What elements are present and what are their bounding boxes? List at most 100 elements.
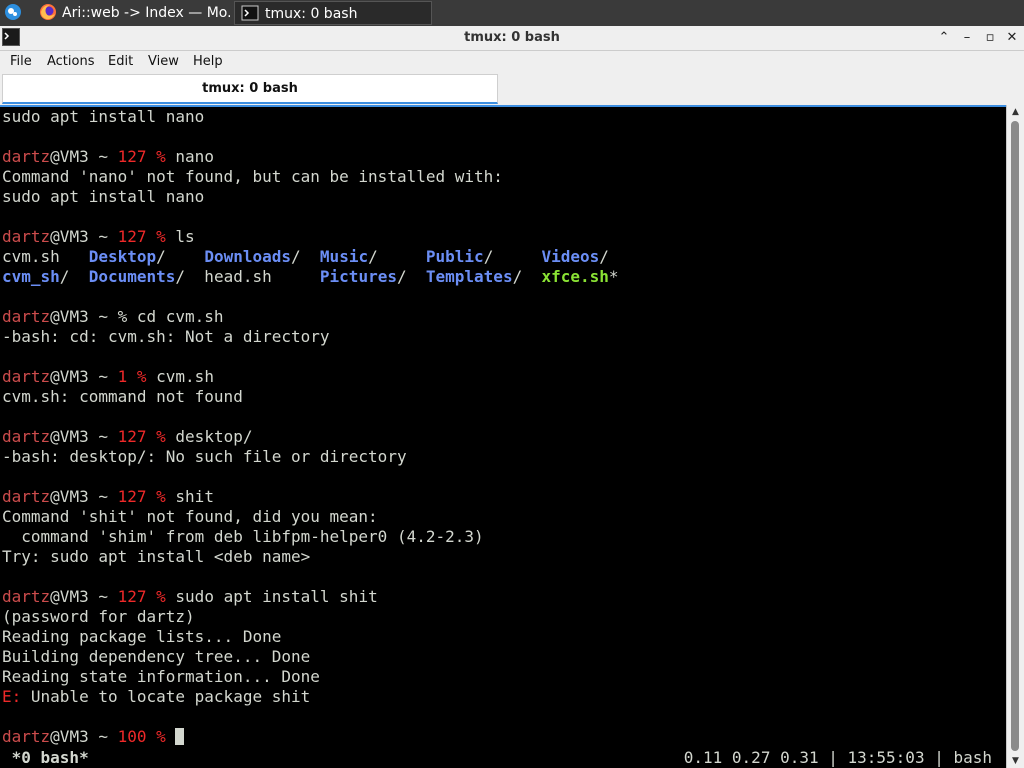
terminal-text-segment: Videos: [541, 247, 600, 266]
terminal-text-segment: Public: [425, 247, 484, 266]
terminal-text-segment: 127 %: [117, 147, 166, 166]
terminal-text-segment: dartz: [2, 427, 51, 446]
window-title: tmux: 0 bash: [464, 30, 560, 45]
taskbar-item-terminal[interactable]: tmux: 0 bash: [234, 1, 432, 25]
text-cursor: [175, 728, 185, 745]
taskbar-item-label: Ari::web -> Index — Mo...: [62, 5, 230, 21]
taskbar-item-label: tmux: 0 bash: [265, 6, 358, 22]
terminal-text-segment: /: [156, 247, 205, 266]
terminal-text-segment: desktop/: [165, 427, 253, 446]
terminal-text-segment: @VM3 ~: [50, 587, 118, 606]
terminal-text-segment: 127 %: [117, 427, 166, 446]
terminal-line: cvm_sh/ Documents/ head.sh Pictures/ Tem…: [2, 267, 619, 287]
terminal-text-segment: nano: [165, 147, 214, 166]
terminal-text-segment: 100 %: [117, 727, 166, 746]
terminal-line: -bash: cd: cvm.sh: Not a directory: [2, 327, 619, 347]
terminal-text-segment: dartz: [2, 147, 51, 166]
maximize-icon[interactable]: ⌃: [934, 28, 954, 48]
tmux-status-bar: *0 bash* 0.11 0.27 0.31 | 13:55:03 | bas…: [0, 748, 1006, 768]
menu-help[interactable]: Help: [193, 51, 223, 73]
taskbar: Ari::web -> Index — Mo... tmux: 0 bash: [0, 0, 1024, 26]
terminal-line: dartz@VM3 ~ 127 % shit: [2, 487, 619, 507]
terminal-line: dartz@VM3 ~ 127 % desktop/: [2, 427, 619, 447]
taskbar-item-firefox[interactable]: Ari::web -> Index — Mo...: [36, 1, 230, 25]
terminal-text-segment: /: [483, 247, 542, 266]
tab-bar: tmux: 0 bash: [0, 73, 1024, 106]
terminal-text-segment: dartz: [2, 727, 51, 746]
terminal-text-segment: *: [608, 267, 619, 286]
terminal-text-segment: dartz: [2, 307, 51, 326]
menu-edit[interactable]: Edit: [108, 51, 133, 73]
terminal-line: (password for dartz): [2, 607, 619, 627]
terminal-text-segment: -bash: cd: cvm.sh: Not a directory: [2, 327, 330, 346]
terminal-icon: [241, 5, 259, 21]
terminal-text-segment: Command 'shit' not found, did you mean:: [2, 507, 378, 526]
terminal-text-segment: cvm_sh: [2, 267, 60, 286]
scroll-up-icon[interactable]: ▲: [1007, 105, 1024, 119]
terminal-line: Reading package lists... Done: [2, 627, 619, 647]
terminal-text-segment: sudo apt install shit: [165, 587, 378, 606]
terminal-text-segment: @VM3 ~ % cd cvm.sh: [50, 307, 224, 326]
terminal-text-segment: Building dependency tree... Done: [2, 647, 311, 666]
terminal-text-segment: @VM3 ~: [50, 227, 118, 246]
terminal-text-segment: cvm.sh: command not found: [2, 387, 243, 406]
terminal-text-segment: cvm.sh: [146, 367, 214, 386]
scroll-down-icon[interactable]: ▼: [1007, 754, 1024, 768]
menu-actions[interactable]: Actions: [47, 51, 95, 73]
restore-icon[interactable]: ▫: [980, 28, 1000, 48]
terminal-text-segment: @VM3 ~: [50, 427, 118, 446]
terminal-scrollbar[interactable]: ▲ ▼: [1006, 105, 1024, 768]
terminal-text-segment: /: [59, 267, 89, 286]
menu-file[interactable]: File: [10, 51, 32, 73]
minimize-icon[interactable]: –: [957, 28, 977, 48]
terminal-line: cvm.sh Desktop/ Downloads/ Music/ Public…: [2, 247, 619, 267]
terminal-line: -bash: desktop/: No such file or directo…: [2, 447, 619, 467]
terminal-line: Reading state information... Done: [2, 667, 619, 687]
menu-view[interactable]: View: [148, 51, 179, 73]
terminal-text-segment: Desktop: [88, 247, 157, 266]
terminal-text-segment: dartz: [2, 227, 51, 246]
terminal-line: cvm.sh: command not found: [2, 387, 619, 407]
terminal-text-segment: @VM3 ~: [50, 147, 118, 166]
terminal-line: dartz@VM3 ~ % cd cvm.sh: [2, 307, 619, 327]
terminal-text-segment: Documents: [88, 267, 176, 286]
xfce-mouse-icon[interactable]: [4, 3, 22, 21]
terminal-text-segment: sudo apt install nano: [2, 107, 205, 126]
terminal-text-segment: Templates: [425, 267, 513, 286]
window-titlebar[interactable]: tmux: 0 bash ⌃ – ▫ ✕: [0, 26, 1024, 51]
terminal-line: dartz@VM3 ~ 100 %: [2, 727, 619, 747]
terminal-text-segment: 127 %: [117, 227, 166, 246]
terminal-text-segment: Pictures: [319, 267, 397, 286]
terminal-line: dartz@VM3 ~ 127 % sudo apt install shit: [2, 587, 619, 607]
terminal-line: dartz@VM3 ~ 127 % ls: [2, 227, 619, 247]
terminal-text-segment: / head.sh: [175, 267, 320, 286]
terminal-text-segment: 127 %: [117, 487, 166, 506]
close-icon[interactable]: ✕: [1002, 28, 1022, 48]
terminal-line: E: Unable to locate package shit: [2, 687, 619, 707]
terminal-text-segment: shit: [165, 487, 214, 506]
terminal-output[interactable]: sudo apt install nano dartz@VM3 ~ 127 % n…: [0, 105, 1006, 768]
terminal-text-segment: 1 %: [117, 367, 147, 386]
terminal-text-segment: @VM3 ~: [50, 487, 118, 506]
tmux-status-right: 0.11 0.27 0.31 | 13:55:03 | bash: [683, 748, 992, 767]
terminal-text-segment: Reading state information... Done: [2, 667, 320, 686]
scrollbar-thumb[interactable]: [1011, 121, 1019, 751]
terminal-lines: sudo apt install nano dartz@VM3 ~ 127 % n…: [2, 107, 619, 747]
tab-tmux-bash[interactable]: tmux: 0 bash: [2, 74, 498, 104]
terminal-text-segment: dartz: [2, 587, 51, 606]
terminal-text-segment: E:: [2, 687, 22, 706]
terminal-text-segment: /: [599, 247, 609, 266]
terminal-text-segment: sudo apt install nano: [2, 187, 205, 206]
terminal-line: sudo apt install nano: [2, 187, 619, 207]
terminal-line: Try: sudo apt install <deb name>: [2, 547, 619, 567]
terminal-text-segment: xfce.sh: [541, 267, 609, 286]
terminal-text-segment: @VM3 ~: [50, 727, 118, 746]
terminal-text-segment: Music: [319, 247, 369, 266]
terminal-line: Command 'nano' not found, but can be ins…: [2, 167, 619, 187]
